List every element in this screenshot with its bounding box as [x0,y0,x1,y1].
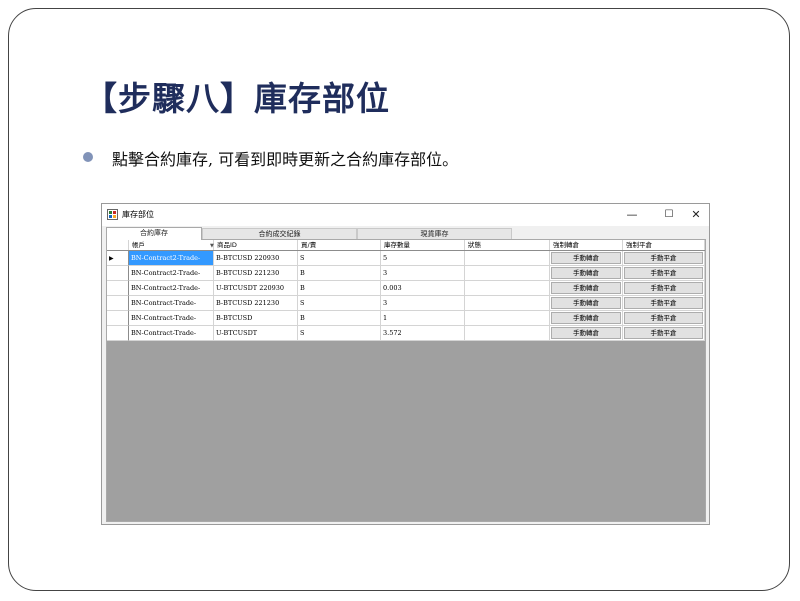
cell-account[interactable]: BN-Contract-Trade- [129,311,214,326]
cell-status[interactable] [465,311,550,326]
column-header-force-transfer[interactable]: 強制轉倉 [550,240,623,250]
row-header[interactable] [107,326,129,341]
tab-contract-trade-history[interactable]: 合約成交紀錄 [202,228,357,239]
cell-product-id[interactable]: B-BTCUSD 220930 [214,251,298,266]
cell-status[interactable] [465,281,550,296]
cell-side[interactable]: B [298,281,381,296]
cell-force-close: 手動平倉 [623,266,705,281]
tab-page: 帳戶 ▼ 商品ID 買/賣 庫存數量 狀態 強制轉倉 強制平倉 ▶ BN-Con… [106,239,706,522]
current-row-arrow-icon: ▶ [109,255,114,262]
column-header-force-close[interactable]: 強制平倉 [623,240,705,250]
inventory-window: 庫存部位 — ☐ ✕ 合約庫存 合約成交紀錄 現貨庫存 帳戶 ▼ 商品ID 買/… [101,203,710,525]
row-header-corner [107,240,129,250]
cell-force-transfer: 手動轉倉 [550,266,623,281]
cell-side[interactable]: B [298,311,381,326]
manual-close-button[interactable]: 手動平倉 [624,267,703,279]
cell-quantity[interactable]: 3 [381,266,465,281]
cell-quantity[interactable]: 5 [381,251,465,266]
table-row[interactable]: BN-Contract-Trade- B-BTCUSD 221230 S 3 手… [107,296,705,311]
row-header[interactable] [107,296,129,311]
table-row[interactable]: ▶ BN-Contract2-Trade- B-BTCUSD 220930 S … [107,251,705,266]
slide-title: 【步驟八】庫存部位 [84,79,390,118]
tab-strip: 合約庫存 合約成交紀錄 現貨庫存 [106,227,706,240]
cell-force-transfer: 手動轉倉 [550,281,623,296]
cell-product-id[interactable]: B-BTCUSD 221230 [214,296,298,311]
cell-side[interactable]: B [298,266,381,281]
cell-force-transfer: 手動轉倉 [550,311,623,326]
cell-account[interactable]: BN-Contract-Trade- [129,296,214,311]
column-header-quantity[interactable]: 庫存數量 [381,240,465,250]
manual-transfer-button[interactable]: 手動轉倉 [551,282,621,294]
cell-side[interactable]: S [298,251,381,266]
cell-status[interactable] [465,326,550,341]
column-header-product-id[interactable]: 商品ID [214,240,298,250]
cell-force-transfer: 手動轉倉 [550,296,623,311]
cell-force-close: 手動平倉 [623,281,705,296]
manual-close-button[interactable]: 手動平倉 [624,282,703,294]
bullet-dot [83,152,93,162]
cell-quantity[interactable]: 0.003 [381,281,465,296]
cell-side[interactable]: S [298,326,381,341]
cell-force-transfer: 手動轉倉 [550,326,623,341]
cell-quantity[interactable]: 3 [381,296,465,311]
manual-close-button[interactable]: 手動平倉 [624,297,703,309]
cell-quantity[interactable]: 3.572 [381,326,465,341]
table-row[interactable]: BN-Contract-Trade- U-BTCUSDT S 3.572 手動轉… [107,326,705,341]
bullet-text: 點擊合約庫存, 可看到即時更新之合約庫存部位。 [112,150,459,169]
manual-transfer-button[interactable]: 手動轉倉 [551,312,621,324]
row-header[interactable] [107,266,129,281]
cell-product-id[interactable]: B-BTCUSD [214,311,298,326]
manual-transfer-button[interactable]: 手動轉倉 [551,267,621,279]
manual-close-button[interactable]: 手動平倉 [624,312,703,324]
column-header-account[interactable]: 帳戶 [129,240,214,250]
cell-side[interactable]: S [298,296,381,311]
cell-force-close: 手動平倉 [623,311,705,326]
cell-account[interactable]: BN-Contract-Trade- [129,326,214,341]
maximize-button[interactable]: ☐ [656,206,682,224]
column-header-side[interactable]: 買/賣 [298,240,381,250]
manual-close-button[interactable]: 手動平倉 [624,252,703,264]
tab-spot-inventory[interactable]: 現貨庫存 [357,228,512,239]
cell-force-close: 手動平倉 [623,296,705,311]
window-title: 庫存部位 [122,210,154,219]
cell-force-close: 手動平倉 [623,326,705,341]
cell-account[interactable]: BN-Contract2-Trade- [129,251,214,266]
manual-transfer-button[interactable]: 手動轉倉 [551,327,621,339]
cell-status[interactable] [465,266,550,281]
cell-account[interactable]: BN-Contract2-Trade- [129,266,214,281]
table-row[interactable]: BN-Contract2-Trade- U-BTCUSDT 220930 B 0… [107,281,705,296]
cell-status[interactable] [465,251,550,266]
cell-product-id[interactable]: B-BTCUSD 221230 [214,266,298,281]
row-header[interactable] [107,311,129,326]
manual-transfer-button[interactable]: 手動轉倉 [551,297,621,309]
cell-force-transfer: 手動轉倉 [550,251,623,266]
cell-force-close: 手動平倉 [623,251,705,266]
inventory-grid[interactable]: 帳戶 ▼ 商品ID 買/賣 庫存數量 狀態 強制轉倉 強制平倉 ▶ BN-Con… [107,240,705,521]
cell-status[interactable] [465,296,550,311]
minimize-button[interactable]: — [619,206,645,224]
cell-product-id[interactable]: U-BTCUSDT 220930 [214,281,298,296]
table-row[interactable]: BN-Contract-Trade- B-BTCUSD B 1 手動轉倉 手動平… [107,311,705,326]
window-titlebar[interactable]: 庫存部位 — ☐ ✕ [102,204,709,226]
row-header[interactable] [107,281,129,296]
cell-quantity[interactable]: 1 [381,311,465,326]
table-row[interactable]: BN-Contract2-Trade- B-BTCUSD 221230 B 3 … [107,266,705,281]
close-button[interactable]: ✕ [683,206,709,224]
manual-close-button[interactable]: 手動平倉 [624,327,703,339]
grid-header: 帳戶 ▼ 商品ID 買/賣 庫存數量 狀態 強制轉倉 強制平倉 [107,240,705,251]
row-header[interactable]: ▶ [107,251,129,266]
cell-account[interactable]: BN-Contract2-Trade- [129,281,214,296]
app-icon [107,209,118,220]
column-header-status[interactable]: 狀態 [465,240,550,250]
tab-contract-inventory[interactable]: 合約庫存 [106,227,202,240]
cell-product-id[interactable]: U-BTCUSDT [214,326,298,341]
manual-transfer-button[interactable]: 手動轉倉 [551,252,621,264]
